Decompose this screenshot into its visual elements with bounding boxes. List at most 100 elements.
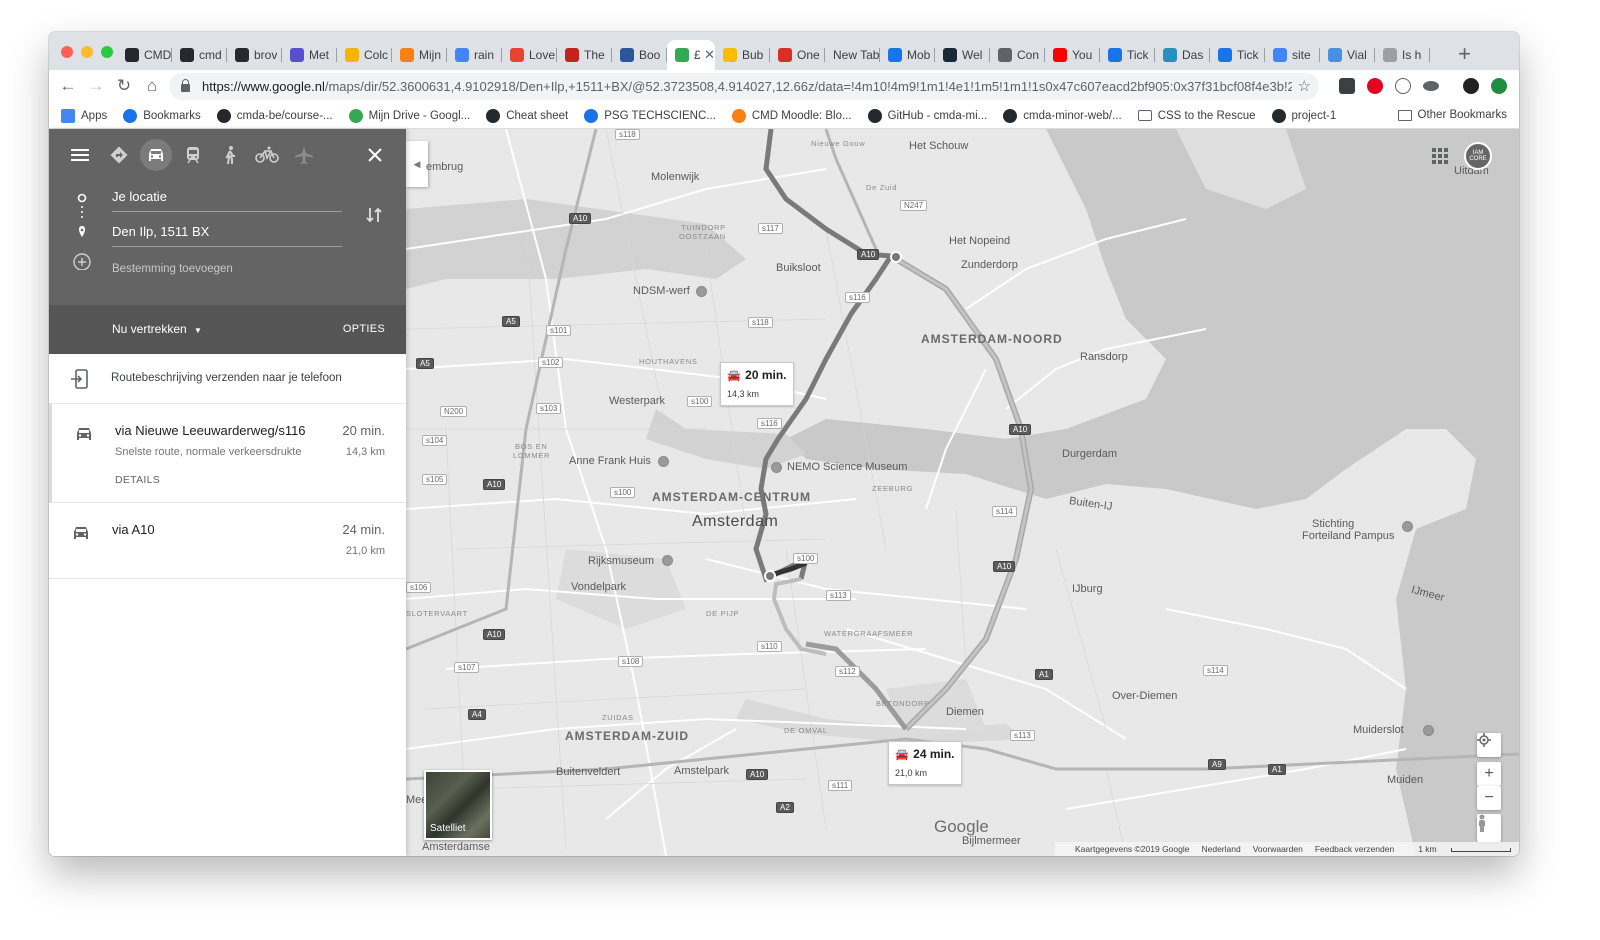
tab[interactable]: Colc xyxy=(337,40,392,70)
map-label: DE OMVAL xyxy=(784,726,828,735)
tab[interactable]: Bub xyxy=(715,40,770,70)
tab[interactable]: brov xyxy=(227,40,282,70)
reload-button[interactable]: ↻ xyxy=(113,75,135,97)
bookmark-item[interactable]: CMD Moodle: Blo... xyxy=(731,108,852,123)
bookmark-star-icon[interactable]: ☆ xyxy=(1298,77,1311,95)
pampus-poi-icon[interactable] xyxy=(1402,521,1413,532)
mode-car-button[interactable] xyxy=(140,139,172,171)
route-callout-1[interactable]: 🚘 20 min. 14,3 km xyxy=(720,362,794,406)
bookmark-item[interactable]: PSG TECHSCIENC... xyxy=(584,108,716,123)
road-shield: A10 xyxy=(569,213,592,224)
update-icon[interactable] xyxy=(1491,78,1507,94)
tab[interactable]: Tick xyxy=(1210,40,1265,70)
tab[interactable]: rain xyxy=(447,40,502,70)
eye-icon[interactable] xyxy=(1423,81,1439,91)
depart-time-dropdown[interactable]: Nu vertrekken ▼ xyxy=(112,322,202,336)
bookmark-item[interactable]: project-1 xyxy=(1271,108,1336,123)
tab[interactable]: Met xyxy=(282,40,337,70)
tab[interactable]: CMD xyxy=(117,40,172,70)
mode-bike-button[interactable] xyxy=(251,139,283,171)
my-location-button[interactable] xyxy=(1477,733,1501,757)
profile-avatar-icon[interactable] xyxy=(1463,78,1479,94)
map-scale[interactable]: 1 km xyxy=(1406,844,1511,854)
home-button[interactable]: ⌂ xyxy=(141,75,163,97)
road-shield: A9 xyxy=(1208,759,1226,770)
new-tab-button[interactable]: + xyxy=(1458,42,1471,66)
bookmark-item[interactable]: GitHub - cmda-mi... xyxy=(867,108,987,123)
collapse-panel-button[interactable]: ◀ xyxy=(406,141,428,187)
muiderslot-poi-icon[interactable] xyxy=(1423,725,1434,736)
tab[interactable]: Boo xyxy=(612,40,667,70)
tab[interactable]: Mob xyxy=(880,40,935,70)
map-canvas[interactable]: ◀ embrug Het Schouw Uitdam Molenwijk Nie… xyxy=(406,129,1519,856)
send-to-phone-row[interactable]: Routebeschrijving verzenden naar je tele… xyxy=(49,354,406,404)
bookmark-item[interactable]: Bookmarks xyxy=(123,108,201,123)
bookmark-item[interactable]: cmda-be/course-... xyxy=(216,108,333,123)
destination-field[interactable]: Den Ilp, 1511 BX xyxy=(112,221,342,247)
pinterest-icon[interactable] xyxy=(1367,78,1383,94)
back-button[interactable]: ← xyxy=(57,75,79,97)
apps-grid-icon[interactable] xyxy=(1432,148,1448,164)
map-terms-link[interactable]: Voorwaarden xyxy=(1253,844,1303,854)
zoom-out-button[interactable]: − xyxy=(1477,786,1501,810)
tab[interactable]: site xyxy=(1265,40,1320,70)
tab[interactable]: cmd xyxy=(172,40,227,70)
close-window-button[interactable] xyxy=(61,46,73,58)
route-option-2[interactable]: via A10 24 min. 21,0 km xyxy=(49,503,406,579)
mode-flight-button[interactable] xyxy=(288,139,320,171)
tab[interactable]: You xyxy=(1045,40,1100,70)
account-avatar[interactable]: IAM CORE xyxy=(1464,142,1492,170)
map-country[interactable]: Nederland xyxy=(1201,844,1240,854)
bookmark-item[interactable]: Mijn Drive - Googl... xyxy=(348,108,470,123)
map-label: IJburg xyxy=(1072,583,1103,595)
bookmark-item[interactable]: CSS to the Rescue xyxy=(1137,110,1256,122)
zoom-in-button[interactable]: + xyxy=(1477,762,1501,786)
tab-active[interactable]: £ ✕ xyxy=(667,40,715,70)
tab[interactable]: Mijn xyxy=(392,40,447,70)
minimize-window-button[interactable] xyxy=(81,46,93,58)
tab[interactable]: The xyxy=(557,40,612,70)
ndsm-poi-icon[interactable] xyxy=(696,286,707,297)
route-callout-2[interactable]: 🚘 24 min. 21,0 km xyxy=(888,741,962,785)
other-bookmarks-folder[interactable]: Other Bookmarks xyxy=(1397,109,1507,121)
extension-dots-icon[interactable] xyxy=(1395,78,1411,94)
route-details-button[interactable]: DETAILS xyxy=(115,474,160,486)
route-option-1[interactable]: via Nieuwe Leeuwarderweg/s116 Snelste ro… xyxy=(49,404,406,503)
tab-label: Mijn xyxy=(419,48,442,62)
add-destination-field[interactable]: Bestemming toevoegen xyxy=(112,263,233,275)
car-icon: 🚘 xyxy=(895,749,909,761)
bookmark-item[interactable]: Apps xyxy=(61,108,107,123)
tab[interactable]: Con xyxy=(990,40,1045,70)
close-tab-icon[interactable]: ✕ xyxy=(704,47,715,63)
road-shield: A10 xyxy=(857,249,880,260)
tab[interactable]: Vial xyxy=(1320,40,1375,70)
swap-waypoints-icon[interactable] xyxy=(365,206,383,224)
tab[interactable]: Love xyxy=(502,40,557,70)
address-bar[interactable]: https://www.google.nl/maps/dir/52.360063… xyxy=(169,73,1319,100)
tab[interactable]: New Tab xyxy=(825,40,880,70)
bookmark-item[interactable]: Cheat sheet xyxy=(486,108,568,123)
url-text[interactable]: https://www.google.nl/maps/dir/52.360063… xyxy=(202,79,1292,94)
origin-field[interactable]: Je locatie xyxy=(112,186,342,212)
tab[interactable]: Wel xyxy=(935,40,990,70)
tab[interactable]: Tick xyxy=(1100,40,1155,70)
tab[interactable]: Das xyxy=(1155,40,1210,70)
tab[interactable]: Is h xyxy=(1375,40,1430,70)
anne-frank-poi-icon[interactable] xyxy=(658,456,669,467)
pegman-button[interactable] xyxy=(1477,814,1501,842)
bookmark-item[interactable]: cmda-minor-web/... xyxy=(1003,108,1122,123)
mode-walk-button[interactable] xyxy=(214,139,246,171)
nemo-poi-icon[interactable] xyxy=(771,462,782,473)
mode-best-button[interactable] xyxy=(103,139,135,171)
tab[interactable]: One xyxy=(770,40,825,70)
mode-transit-button[interactable] xyxy=(177,139,209,171)
maximize-window-button[interactable] xyxy=(101,46,113,58)
extension-dark-icon[interactable] xyxy=(1339,78,1355,94)
options-button[interactable]: OPTIES xyxy=(343,323,385,335)
menu-button[interactable] xyxy=(64,139,96,171)
forward-button[interactable]: → xyxy=(85,75,107,97)
satellite-toggle[interactable]: Satelliet xyxy=(424,770,492,840)
rijksmuseum-poi-icon[interactable] xyxy=(662,555,673,566)
close-directions-button[interactable] xyxy=(359,139,391,171)
map-feedback-link[interactable]: Feedback verzenden xyxy=(1315,844,1394,854)
